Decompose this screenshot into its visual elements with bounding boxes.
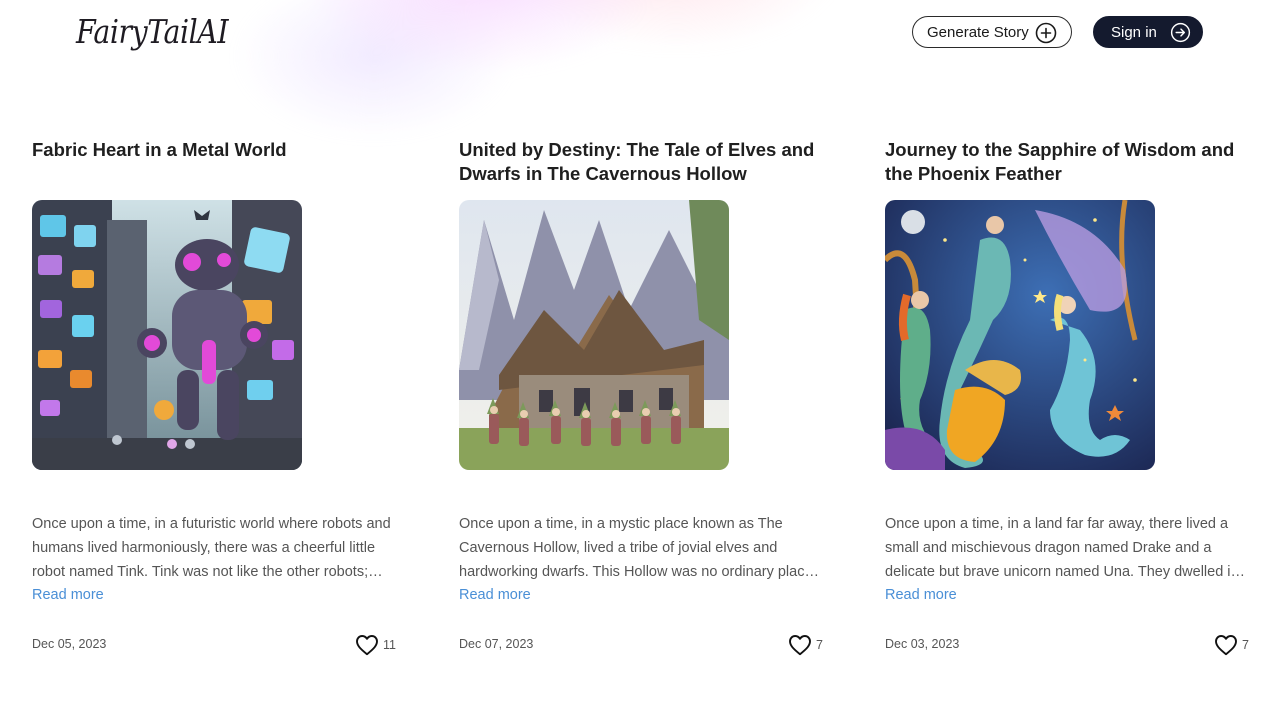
story-card[interactable]: Journey to the Sapphire of Wisdom and th… bbox=[885, 138, 1249, 656]
story-excerpt: Once upon a time, in a mystic place know… bbox=[459, 516, 817, 580]
robot-city-illustration bbox=[32, 200, 302, 470]
story-image-elves[interactable] bbox=[459, 200, 729, 470]
likes: 7 bbox=[788, 634, 823, 656]
like-count: 7 bbox=[1242, 638, 1249, 652]
logo[interactable]: FairyTailAI bbox=[76, 12, 229, 51]
heart-icon[interactable] bbox=[1214, 634, 1238, 656]
read-more-link[interactable]: Read more bbox=[885, 587, 957, 603]
elves-cottage-illustration bbox=[459, 200, 729, 470]
page: FairyTailAI Generate Story Sign in Fabri… bbox=[0, 0, 1280, 720]
story-date: Dec 03, 2023 bbox=[885, 637, 960, 651]
story-title[interactable]: Journey to the Sapphire of Wisdom and th… bbox=[885, 138, 1249, 188]
heart-icon[interactable] bbox=[788, 634, 812, 656]
sign-in-label: Sign in bbox=[1111, 23, 1157, 41]
mermaids-illustration bbox=[885, 200, 1155, 470]
arrow-right-circle-icon bbox=[1170, 22, 1191, 43]
heart-icon[interactable] bbox=[355, 634, 379, 656]
story-image-mermaids[interactable] bbox=[885, 200, 1155, 470]
sign-in-button[interactable]: Sign in bbox=[1093, 16, 1203, 48]
story-card[interactable]: Fabric Heart in a Metal World Once upon … bbox=[32, 138, 396, 656]
plus-circle-icon bbox=[1035, 22, 1057, 44]
story-excerpt: Once upon a time, in a land far far away… bbox=[885, 516, 1239, 580]
like-count: 11 bbox=[383, 638, 396, 652]
like-count: 7 bbox=[816, 638, 823, 652]
likes: 7 bbox=[1214, 634, 1249, 656]
story-excerpt: Once upon a time, in a futuristic world … bbox=[32, 516, 391, 580]
top-header: FairyTailAI Generate Story Sign in bbox=[0, 0, 1280, 64]
story-image-robot[interactable] bbox=[32, 200, 302, 470]
story-date: Dec 05, 2023 bbox=[32, 637, 107, 651]
story-card[interactable]: United by Destiny: The Tale of Elves and… bbox=[459, 138, 823, 656]
generate-story-button[interactable]: Generate Story bbox=[912, 16, 1072, 48]
generate-story-label: Generate Story bbox=[927, 23, 1029, 41]
story-date: Dec 07, 2023 bbox=[459, 637, 534, 651]
read-more-link[interactable]: Read more bbox=[32, 587, 104, 603]
likes: 11 bbox=[355, 634, 396, 656]
story-title[interactable]: Fabric Heart in a Metal World bbox=[32, 138, 396, 188]
read-more-link[interactable]: Read more bbox=[459, 587, 531, 603]
story-title[interactable]: United by Destiny: The Tale of Elves and… bbox=[459, 138, 823, 188]
